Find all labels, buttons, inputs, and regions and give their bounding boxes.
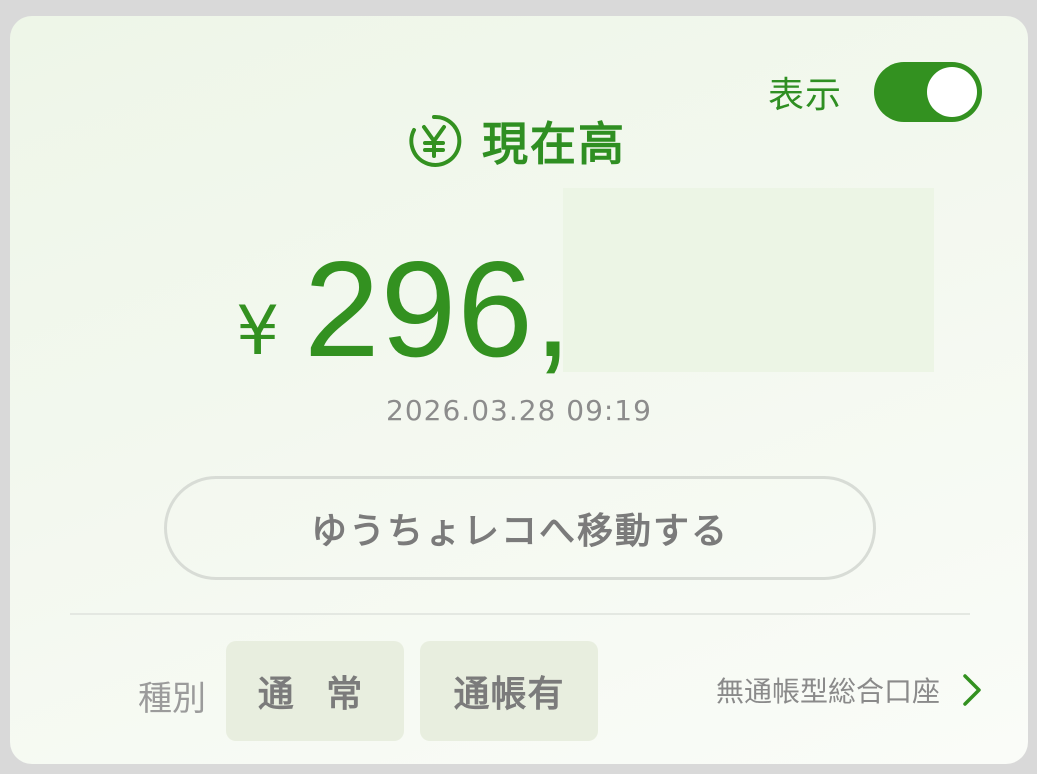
display-toggle-label: 表示 (767, 75, 842, 116)
balance-value: 296, (304, 233, 573, 385)
balance-timestamp: 2026.03.28 09:19 (386, 394, 652, 427)
toggle-knob (927, 67, 977, 117)
account-type-link[interactable]: 無通帳型総合口座 (716, 670, 984, 710)
balance-card: 表示 現在高 ¥ 296, 2026.03.28 09:19 ゆうちょレコへ移動… (10, 16, 1028, 764)
account-type-label: 種別 (138, 679, 206, 719)
chevron-right-icon (963, 674, 981, 706)
display-toggle[interactable] (874, 62, 982, 122)
balance-title: 現在高 (482, 117, 626, 171)
move-to-yucho-reco-button[interactable]: ゆうちょレコへ移動する (164, 476, 876, 580)
account-type-chip-normal: 通 常 (226, 641, 404, 741)
account-type-chip-passbook: 通帳有 (420, 641, 598, 741)
currency-symbol: ¥ (236, 292, 280, 371)
masked-amount-region (563, 188, 934, 372)
account-type-link-label: 無通帳型総合口座 (715, 675, 940, 708)
divider (70, 613, 970, 615)
display-toggle-row: 表示 (768, 62, 982, 122)
yen-circle-icon (409, 114, 462, 167)
balance-title-row: 現在高 (406, 108, 626, 174)
